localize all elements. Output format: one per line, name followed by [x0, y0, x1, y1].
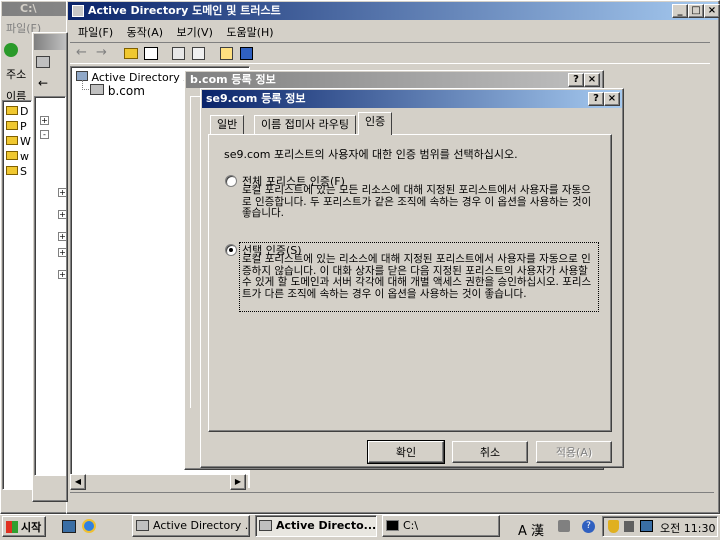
task-label-2: Active Directo...	[276, 519, 377, 532]
up-folder-icon[interactable]	[124, 48, 138, 59]
inner-toolbar-icon[interactable]	[36, 56, 50, 68]
clock[interactable]: 오전 11:30	[660, 520, 715, 536]
tree-root-label: Active Directory 도	[91, 71, 194, 84]
volume-icon[interactable]	[624, 521, 634, 532]
se9-help-button[interactable]: ?	[588, 92, 604, 106]
mmc-menubar: 파일(F) 동작(A) 보기(V) 도움말(H)	[78, 24, 284, 40]
forward-arrow-icon[interactable]: →	[96, 45, 107, 60]
domain-icon	[90, 84, 104, 95]
mmc-titlebar: Active Directory 도메인 및 트러스트	[68, 2, 718, 20]
ad-task-icon	[259, 520, 272, 531]
tab-authentication[interactable]: 인증	[358, 112, 393, 135]
tree-child-item[interactable]: b.com	[90, 84, 145, 98]
radio-forest-wide-auth[interactable]	[225, 175, 237, 187]
explorer-title: C:\	[20, 2, 37, 15]
forest-wide-auth-desc: 로컬 포리스트에 있는 모든 리소스에 대해 지정된 포리스트에서 사용자를 자…	[242, 184, 592, 219]
ime-tools-icon[interactable]	[558, 520, 570, 532]
expand-icon-1[interactable]: +	[40, 116, 49, 125]
export-icon[interactable]	[192, 47, 205, 60]
security-shield-icon[interactable]	[608, 520, 619, 533]
task-button-3[interactable]: C:\	[382, 515, 500, 537]
menu-view[interactable]: 보기(V)	[177, 24, 213, 40]
explorer-item-5[interactable]: S	[6, 164, 31, 179]
task-button-1[interactable]: Active Directory ...	[132, 515, 250, 537]
ime-indicator[interactable]: A 漢	[518, 520, 544, 539]
explorer-item-3[interactable]: W	[6, 134, 31, 149]
explorer-item-2[interactable]: P	[6, 119, 31, 134]
expand-icon-6[interactable]: +	[58, 248, 67, 257]
bcom-help-button[interactable]: ?	[568, 73, 584, 87]
quicklaunch-ie-icon[interactable]	[82, 519, 96, 533]
radio-selective-auth[interactable]	[225, 244, 237, 256]
ok-button[interactable]: 확인	[367, 440, 445, 464]
cancel-button[interactable]: 취소	[452, 441, 528, 463]
bcom-titlebar: b.com 등록 정보	[186, 72, 602, 88]
bcom-close-button[interactable]: ×	[584, 73, 600, 87]
mmc-toolbar: ← →	[70, 42, 710, 64]
expand-icon-7[interactable]: +	[58, 270, 67, 279]
start-label: 시작	[21, 521, 42, 534]
console-icon[interactable]	[240, 47, 253, 60]
bcom-title: b.com 등록 정보	[190, 73, 276, 86]
explorer-address-label: 주소	[6, 68, 27, 81]
expand-icon-2[interactable]: -	[40, 130, 49, 139]
task-label-3: C:\	[403, 519, 419, 532]
windows-logo-icon	[6, 521, 18, 533]
cmd-task-icon	[386, 520, 399, 531]
mmc-statusbar	[70, 492, 714, 510]
folder-icon	[6, 106, 18, 115]
network-icon[interactable]	[640, 520, 653, 532]
mmc-hscrollbar[interactable]	[70, 474, 248, 490]
mmc-app-icon	[72, 5, 84, 17]
inner-titlebar	[34, 34, 66, 50]
tree-connector	[82, 80, 89, 90]
inner-tree	[34, 96, 66, 476]
expand-icon-5[interactable]: +	[58, 232, 67, 241]
back-arrow-icon[interactable]: ←	[76, 45, 87, 60]
tab-general[interactable]: 일반	[210, 115, 245, 135]
expand-icon-4[interactable]: +	[58, 210, 67, 219]
selective-auth-desc: 로컬 포리스트에 있는 리소스에 대해 지정된 포리스트에서 사용자를 자동으로…	[242, 253, 592, 300]
tree-child-label: b.com	[107, 84, 145, 98]
start-button[interactable]: 시작	[2, 516, 46, 537]
apply-button[interactable]: 적용(A)	[536, 441, 612, 463]
mmc-title: Active Directory 도메인 및 트러스트	[88, 4, 281, 17]
show-tree-icon[interactable]	[144, 47, 158, 60]
se9-close-button[interactable]: ×	[604, 92, 620, 106]
task-button-2[interactable]: Active Directo...	[255, 515, 377, 537]
ime-help-icon[interactable]: ?	[582, 520, 595, 533]
help-icon[interactable]	[220, 47, 233, 60]
expand-icon-3[interactable]: +	[58, 188, 67, 197]
tree-root-item[interactable]: Active Directory 도	[76, 69, 193, 85]
scroll-right-button[interactable]: ▶	[230, 474, 246, 490]
auth-intro-text: se9.com 포리스트의 사용자에 대한 인증 범위를 선택하십시오.	[224, 148, 518, 161]
explorer-file-list: D P W w S	[6, 104, 31, 179]
folder-icon	[6, 136, 18, 145]
explorer-item-4[interactable]: w	[6, 149, 31, 164]
scroll-left-button[interactable]: ◀	[70, 474, 86, 490]
explorer-back-icon[interactable]	[4, 43, 18, 57]
mmc-minimize-button[interactable]: _	[672, 4, 688, 18]
se9-titlebar: se9.com 등록 정보	[202, 90, 622, 108]
menu-action[interactable]: 동작(A)	[127, 24, 163, 40]
ad-task-icon	[136, 520, 149, 531]
inner-back-icon[interactable]: ←	[38, 76, 48, 90]
mmc-close-button[interactable]: ×	[704, 4, 720, 18]
properties-icon[interactable]	[172, 47, 185, 60]
explorer-item-1[interactable]: D	[6, 104, 31, 119]
se9-title: se9.com 등록 정보	[206, 92, 306, 105]
menu-help[interactable]: 도움말(H)	[226, 24, 273, 40]
task-label-1: Active Directory ...	[153, 519, 250, 532]
mmc-maximize-button[interactable]: □	[688, 4, 704, 18]
tab-name-suffix-routing[interactable]: 이름 접미사 라우팅	[254, 115, 356, 135]
quicklaunch-desktop-icon[interactable]	[62, 520, 76, 533]
folder-icon	[6, 121, 18, 130]
folder-icon	[6, 151, 18, 160]
folder-icon	[6, 166, 18, 175]
menu-file[interactable]: 파일(F)	[78, 24, 113, 40]
